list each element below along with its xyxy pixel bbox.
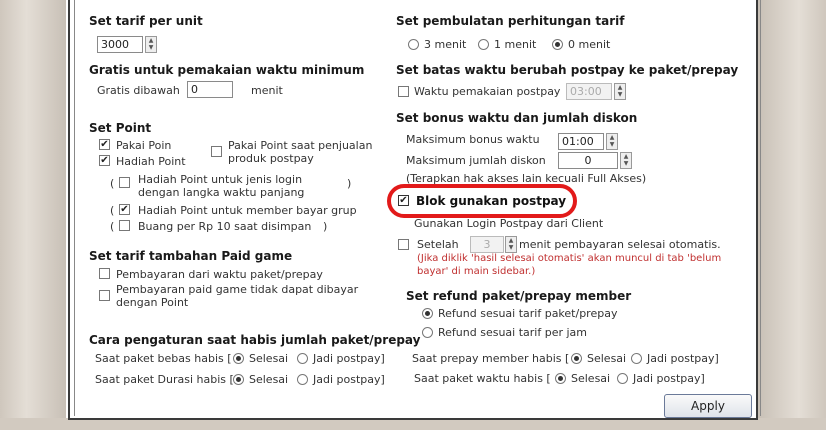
buang-per-label: Buang per Rp 10 saat disimpan <box>138 220 312 233</box>
pembayaran-waktu-checkbox[interactable] <box>99 268 110 279</box>
window-frame-right <box>758 0 826 430</box>
gratis-input[interactable]: 0 <box>187 81 233 98</box>
batas-spinner[interactable]: ▲ ▼ <box>614 83 626 100</box>
pembulatan-1-label: 1 menit <box>494 38 537 51</box>
frame-border-left <box>68 0 70 420</box>
pakai-point-penjualan-label: Pakai Point saat penjualan produk postpa… <box>228 139 373 165</box>
hadiah-point-label: Hadiah Point <box>116 155 186 168</box>
maks-bonus-input[interactable]: 01:00 <box>558 133 604 150</box>
frame-border-bottom <box>68 418 758 420</box>
hadiah-jenis-login-label: Hadiah Point untuk jenis login dengan la… <box>138 173 305 199</box>
setelah-label: Setelah <box>417 238 459 251</box>
tarif-input[interactable]: 3000 <box>97 36 143 53</box>
durasi-label: Saat paket Durasi habis [ <box>95 373 234 386</box>
pakai-poin-checkbox[interactable]: ✔ <box>99 139 110 150</box>
hadiah-jenis-login-checkbox[interactable] <box>119 177 130 188</box>
paren-close-2: ) <box>323 220 328 233</box>
hadiah-member-checkbox[interactable]: ✔ <box>119 204 130 215</box>
pembayaran-waktu-label: Pembayaran dari waktu paket/prepay <box>116 268 323 281</box>
pembulatan-3-label: 3 menit <box>424 38 467 51</box>
pakai-poin-label: Pakai Poin <box>116 139 172 152</box>
pembulatan-0-radio[interactable] <box>552 39 563 50</box>
gratis-heading: Gratis untuk pemakaian waktu minimum <box>89 63 365 77</box>
setelah-suffix: menit pembayaran selesai otomatis. <box>519 238 721 251</box>
pembayaran-paid-label: Pembayaran paid game tidak dapat dibayar… <box>116 283 359 309</box>
refund-heading: Set refund paket/prepay member <box>406 289 632 303</box>
prepay-habis-label: Saat prepay member habis [ <box>412 352 570 365</box>
paren-close-1: ) <box>347 177 352 190</box>
hadiah-member-label: Hadiah Point untuk member bayar grup <box>138 204 357 217</box>
maks-bonus-spinner[interactable]: ▲ ▼ <box>606 133 618 150</box>
gunakan-login-label: Gunakan Login Postpay dari Client <box>414 217 604 230</box>
buang-per-checkbox[interactable] <box>119 220 130 231</box>
frame-border-right <box>756 0 758 420</box>
tarif-heading: Set tarif per unit <box>89 14 203 28</box>
pembulatan-0-label: 0 menit <box>568 38 611 51</box>
apply-button[interactable]: Apply <box>664 394 752 418</box>
point-heading: Set Point <box>89 121 152 135</box>
refund-jam-radio[interactable] <box>422 327 433 338</box>
blok-postpay-label: Blok gunakan postpay <box>416 194 567 208</box>
bebas-selesai-radio[interactable] <box>233 353 244 364</box>
waktu-selesai-radio[interactable] <box>555 373 566 384</box>
waktu-selesai-label: Selesai <box>571 372 611 385</box>
setelah-input[interactable]: 3 <box>470 236 504 253</box>
waktu-postpay-radio[interactable] <box>617 373 628 384</box>
tambahan-heading: Set tarif tambahan Paid game <box>89 249 293 263</box>
bebas-postpay-radio[interactable] <box>297 353 308 364</box>
batas-input[interactable]: 03:00 <box>566 83 612 100</box>
maks-diskon-label: Maksimum jumlah diskon <box>406 154 546 167</box>
window-frame-left <box>0 0 66 430</box>
prepay-postpay-radio[interactable] <box>631 353 642 364</box>
pembulatan-1-radio[interactable] <box>478 39 489 50</box>
hadiah-point-checkbox[interactable]: ✔ <box>99 155 110 166</box>
bebas-postpay-label: Jadi postpay] <box>313 352 385 365</box>
pakai-point-penjualan-checkbox[interactable] <box>211 146 222 157</box>
bebas-label: Saat paket bebas habis [ <box>95 352 232 365</box>
durasi-postpay-radio[interactable] <box>297 374 308 385</box>
waktu-postpay-label: Jadi postpay] <box>633 372 705 385</box>
pembulatan-3-radio[interactable] <box>408 39 419 50</box>
refund-jam-label: Refund sesuai tarif per jam <box>438 326 587 339</box>
batas-heading: Set batas waktu berubah postpay ke paket… <box>396 63 739 77</box>
setelah-spinner[interactable]: ▲ ▼ <box>505 236 517 253</box>
bebas-selesai-label: Selesai <box>249 352 289 365</box>
gratis-label: Gratis dibawah <box>97 84 180 97</box>
prepay-selesai-label: Selesai <box>587 352 627 365</box>
paren-open-1: ( <box>110 177 115 190</box>
prepay-selesai-radio[interactable] <box>571 353 582 364</box>
pembulatan-heading: Set pembulatan perhitungan tarif <box>396 14 625 28</box>
durasi-selesai-radio[interactable] <box>233 374 244 385</box>
setelah-checkbox[interactable] <box>398 239 409 250</box>
bonus-heading: Set bonus waktu dan jumlah diskon <box>396 111 638 125</box>
otomatis-note: (Jika diklik 'hasil selesai otomatis' ak… <box>417 253 722 277</box>
durasi-selesai-label: Selesai <box>249 373 289 386</box>
waktu-pemakaian-checkbox[interactable] <box>398 86 409 97</box>
blok-postpay-checkbox[interactable]: ✔ <box>398 195 409 206</box>
refund-sesuai-radio[interactable] <box>422 308 433 319</box>
paren-open-3: ( <box>110 220 115 233</box>
maks-bonus-label: Maksimum bonus waktu <box>406 133 540 146</box>
durasi-postpay-label: Jadi postpay] <box>313 373 385 386</box>
cara-heading: Cara pengaturan saat habis jumlah paket/… <box>89 333 421 347</box>
refund-sesuai-label: Refund sesuai tarif paket/prepay <box>438 307 618 320</box>
gratis-unit: menit <box>251 84 283 97</box>
maks-diskon-input[interactable]: 0 <box>558 152 618 169</box>
prepay-postpay-label: Jadi postpay] <box>647 352 719 365</box>
paren-open-2: ( <box>110 204 115 217</box>
waktu-pemakaian-label: Waktu pemakaian postpay <box>414 85 561 98</box>
pembayaran-paid-checkbox[interactable] <box>99 290 110 301</box>
frame-inner-line-right <box>760 0 761 416</box>
waktu-habis-label: Saat paket waktu habis [ <box>414 372 551 385</box>
tarif-spinner[interactable]: ▲ ▼ <box>145 36 157 53</box>
maks-diskon-spinner[interactable]: ▲ ▼ <box>620 152 632 169</box>
frame-inner-line-left <box>74 0 75 416</box>
